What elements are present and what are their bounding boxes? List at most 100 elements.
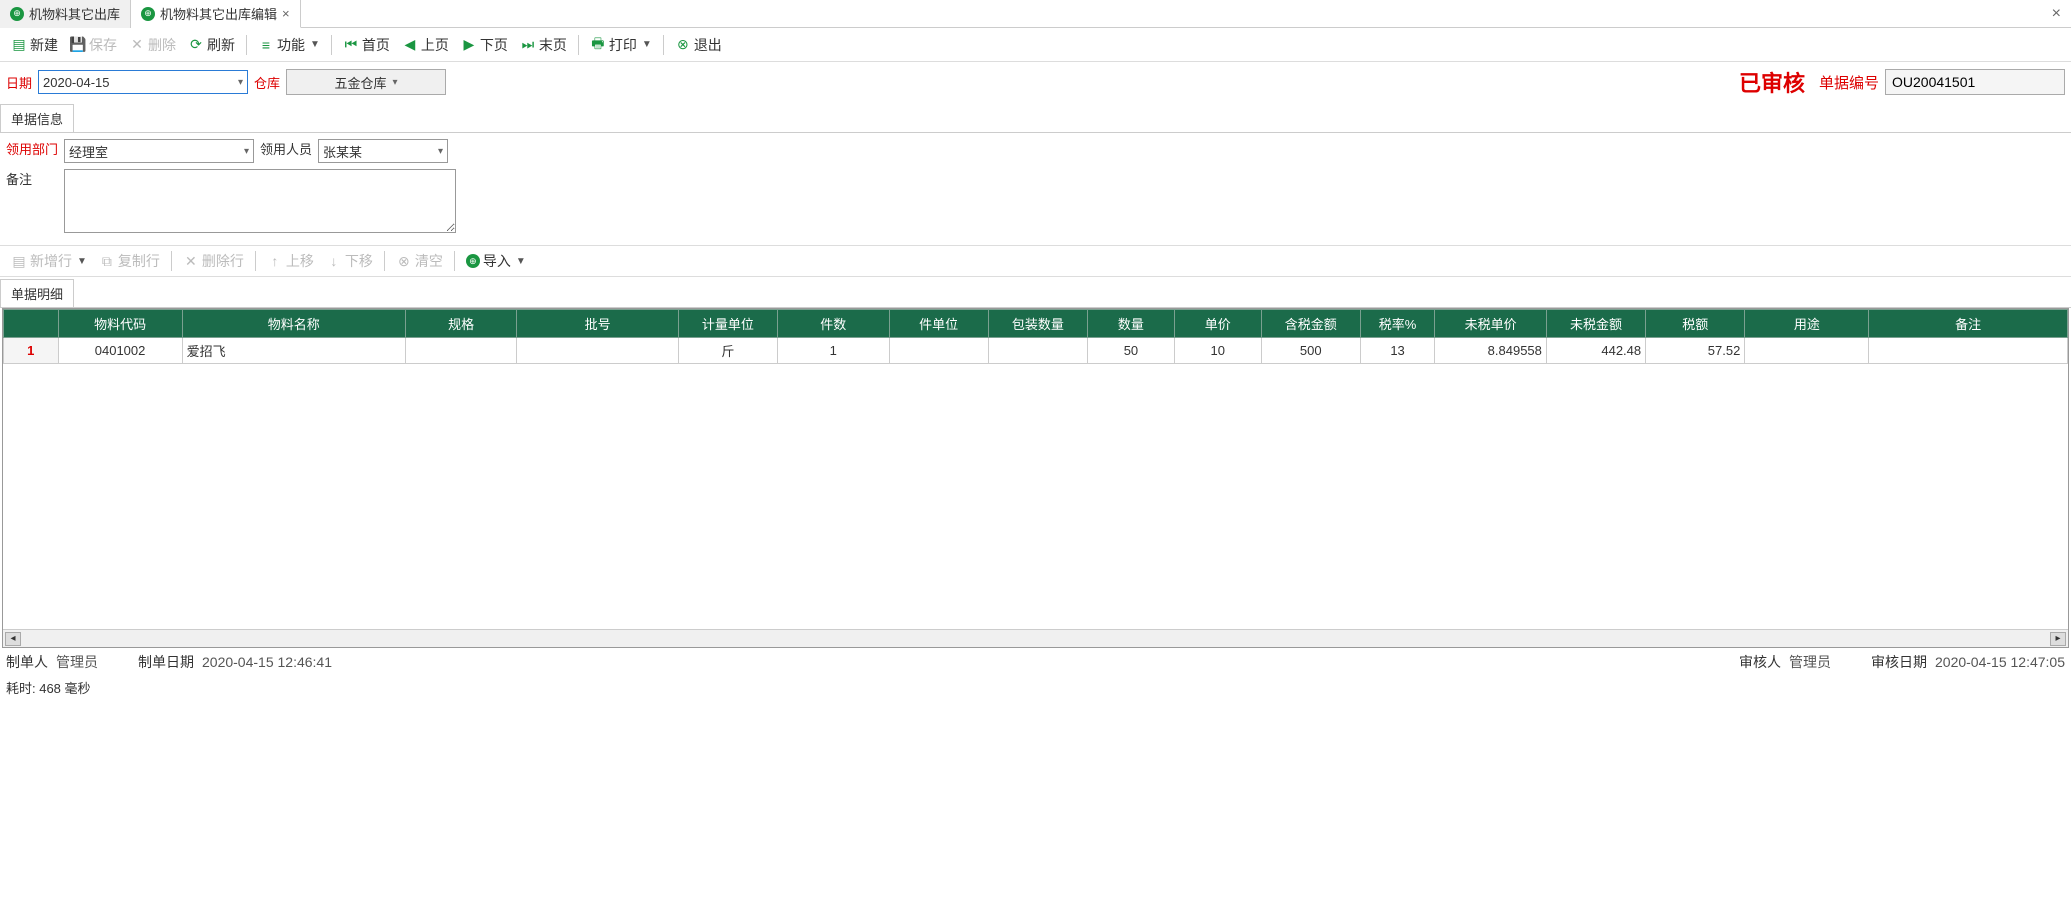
import-button[interactable]: ⊕导入▼ [461, 249, 531, 273]
grid-scroll[interactable]: 物料代码 物料名称 规格 批号 计量单位 件数 件单位 包装数量 数量 单价 含… [3, 309, 2068, 629]
cell-qty[interactable]: 50 [1088, 338, 1175, 364]
create-date-label: 制单日期 [138, 652, 194, 672]
docno-input[interactable] [1885, 69, 2065, 95]
tab-label: 机物料其它出库 [29, 4, 120, 23]
new-icon: ▤ [11, 37, 27, 53]
col-amt-notax[interactable]: 未税金额 [1546, 310, 1645, 338]
person-label: 领用人员 [260, 139, 312, 158]
close-icon[interactable]: × [282, 6, 290, 21]
chevron-down-icon: ▾ [244, 146, 249, 157]
chevron-down-icon: ▾ [438, 146, 443, 157]
delete-icon: ✕ [183, 253, 199, 269]
prev-page-button[interactable]: ◀上页 [397, 33, 454, 57]
horizontal-scrollbar[interactable]: ◂ ▸ [3, 629, 2068, 647]
next-page-button[interactable]: ▶下页 [456, 33, 513, 57]
cell-taxrate[interactable]: 13 [1360, 338, 1434, 364]
refresh-button[interactable]: ⟳刷新 [183, 33, 240, 57]
separator [384, 251, 385, 271]
cell-name[interactable]: 爱招飞 [182, 338, 405, 364]
grid-wrap: 物料代码 物料名称 规格 批号 计量单位 件数 件单位 包装数量 数量 单价 含… [2, 308, 2069, 648]
col-qty[interactable]: 数量 [1088, 310, 1175, 338]
dept-select[interactable]: 经理室 ▾ [64, 139, 254, 163]
globe-icon: ⊕ [10, 7, 24, 21]
auditor-label: 审核人 [1739, 652, 1781, 672]
separator [331, 35, 332, 55]
cell-tax[interactable]: 57.52 [1646, 338, 1745, 364]
creator-value: 管理员 [56, 652, 98, 672]
col-usage[interactable]: 用途 [1745, 310, 1869, 338]
exit-icon: ⊗ [675, 37, 691, 53]
cell-batch[interactable] [517, 338, 678, 364]
col-code[interactable]: 物料代码 [58, 310, 182, 338]
col-tax[interactable]: 税额 [1646, 310, 1745, 338]
doc-info-tab[interactable]: 单据信息 [0, 104, 74, 132]
col-spec[interactable]: 规格 [405, 310, 517, 338]
detail-tab[interactable]: 单据明细 [0, 279, 74, 307]
warehouse-select[interactable]: 五金仓库 ▾ [286, 69, 446, 95]
detail-tabs: 单据明细 [0, 279, 2071, 308]
col-pcunit[interactable]: 件单位 [889, 310, 988, 338]
cell-pack[interactable] [988, 338, 1087, 364]
scroll-right-icon[interactable]: ▸ [2050, 632, 2066, 646]
cell-unit[interactable]: 斤 [678, 338, 777, 364]
next-icon: ▶ [461, 37, 477, 53]
cell-price[interactable]: 10 [1174, 338, 1261, 364]
globe-icon: ⊕ [141, 7, 155, 21]
cell-usage[interactable] [1745, 338, 1869, 364]
main-toolbar: ▤新建 💾保存 ✕删除 ⟳刷新 ≡功能▼ ⏮首页 ◀上页 ▶下页 ⏭末页 🖶打印… [0, 28, 2071, 62]
col-unit[interactable]: 计量单位 [678, 310, 777, 338]
save-icon: 💾 [70, 37, 86, 53]
tab-edit-view[interactable]: ⊕ 机物料其它出库编辑 × [131, 0, 301, 28]
cell-amt-tax[interactable]: 500 [1261, 338, 1360, 364]
cell-amt-notax[interactable]: 442.48 [1546, 338, 1645, 364]
col-price[interactable]: 单价 [1174, 310, 1261, 338]
new-button[interactable]: ▤新建 [6, 33, 63, 57]
last-icon: ⏭ [520, 37, 536, 53]
creator-label: 制单人 [6, 652, 48, 672]
globe-icon: ⊕ [466, 254, 480, 268]
grid-toolbar: ▤新增行▼ ⧉复制行 ✕删除行 ↑上移 ↓下移 ⊗清空 ⊕导入▼ [0, 245, 2071, 277]
col-batch[interactable]: 批号 [517, 310, 678, 338]
cell-spec[interactable] [405, 338, 517, 364]
chevron-down-icon: ▼ [77, 256, 87, 267]
table-row[interactable]: 1 0401002 爱招飞 斤 1 50 10 500 13 8.849558 … [4, 338, 2068, 364]
cell-code[interactable]: 0401002 [58, 338, 182, 364]
last-page-button[interactable]: ⏭末页 [515, 33, 572, 57]
footer: 制单人管理员 制单日期2020-04-15 12:46:41 审核人管理员 审核… [0, 648, 2071, 676]
add-row-button: ▤新增行▼ [6, 249, 92, 273]
print-button[interactable]: 🖶打印▼ [585, 33, 657, 57]
function-button[interactable]: ≡功能▼ [253, 33, 325, 57]
separator [454, 251, 455, 271]
separator [578, 35, 579, 55]
close-all-icon[interactable]: × [2052, 5, 2061, 23]
status-bar: 耗时: 468 毫秒 [0, 676, 2071, 699]
cell-price-notax[interactable]: 8.849558 [1435, 338, 1547, 364]
col-price-notax[interactable]: 未税单价 [1435, 310, 1547, 338]
chevron-down-icon: ▾ [393, 77, 398, 88]
first-icon: ⏮ [343, 37, 359, 53]
remark-input[interactable] [64, 169, 456, 233]
dept-label: 领用部门 [6, 139, 58, 158]
clear-button: ⊗清空 [391, 249, 448, 273]
col-taxrate[interactable]: 税率% [1360, 310, 1434, 338]
first-page-button[interactable]: ⏮首页 [338, 33, 395, 57]
cell-pcs[interactable]: 1 [777, 338, 889, 364]
col-name[interactable]: 物料名称 [182, 310, 405, 338]
person-select[interactable]: 张某某 ▾ [318, 139, 448, 163]
chevron-down-icon: ▼ [642, 39, 652, 50]
cell-pcunit[interactable] [889, 338, 988, 364]
col-remark[interactable]: 备注 [1869, 310, 2068, 338]
header-row: 日期 2020-04-15 ▾ 仓库 五金仓库 ▾ 已审核 单据编号 [0, 62, 2071, 102]
scroll-left-icon[interactable]: ◂ [5, 632, 21, 646]
col-amt-tax[interactable]: 含税金额 [1261, 310, 1360, 338]
copy-row-button: ⧉复制行 [94, 249, 165, 273]
cell-remark[interactable] [1869, 338, 2068, 364]
col-rownum[interactable] [4, 310, 59, 338]
add-icon: ▤ [11, 253, 27, 269]
move-up-button: ↑上移 [262, 249, 319, 273]
exit-button[interactable]: ⊗退出 [670, 33, 727, 57]
date-input[interactable]: 2020-04-15 ▾ [38, 70, 248, 94]
tab-list-view[interactable]: ⊕ 机物料其它出库 [0, 0, 131, 28]
col-pack[interactable]: 包装数量 [988, 310, 1087, 338]
col-pcs[interactable]: 件数 [777, 310, 889, 338]
